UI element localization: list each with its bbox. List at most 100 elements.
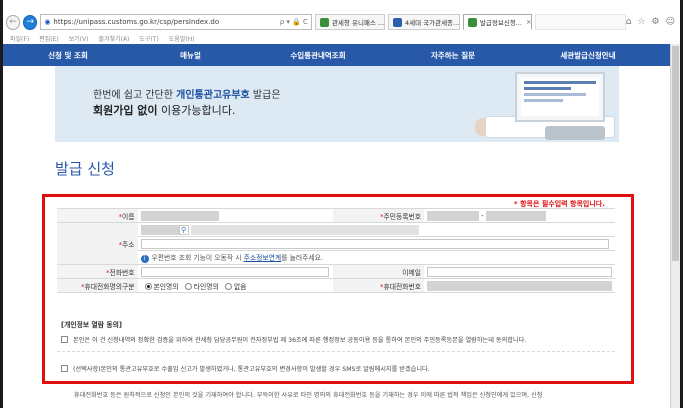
tab-favicon (467, 17, 477, 27)
banner-line2-bold: 회원가입 없이 (93, 104, 158, 117)
banner-line2-normal: 이용가능합니다. (157, 104, 236, 117)
form-row-address: *주소 ⚲ (57, 222, 615, 265)
phone-illustration (545, 126, 605, 140)
phone-cell (137, 264, 333, 279)
browser-toolbar-icons: ⌂ ☆ ⚙ ☺ (626, 17, 675, 27)
address-link[interactable]: 주소정보연계 (244, 254, 282, 262)
gear-icon[interactable]: ⚙ (652, 17, 660, 27)
rrn-label: *주민등록번호 (332, 208, 424, 223)
back-button[interactable]: ← (6, 14, 21, 30)
address-main-field[interactable] (190, 224, 419, 235)
zipcode-field[interactable] (140, 224, 179, 235)
radio-none-label[interactable]: 없음 (234, 283, 247, 291)
privacy-heading: [개인정보 열람 동의] (61, 321, 122, 329)
consent-row-2: (선택사항)본인의 통관고유부호로 수출입 신고가 발생하였거나, 통관고유부호… (61, 364, 430, 373)
banner-line1-post: 발급은 (249, 90, 281, 101)
mobile-type-cell: 본인명의 타인명의 없음 (137, 278, 333, 293)
address-note-pre: 우편번호 조회 기능이 오동작 시 (151, 254, 244, 262)
browser-tab-1[interactable]: 관세청 유니패스 ... (314, 14, 385, 30)
nav-faq[interactable]: 자주하는 질문 (388, 50, 518, 61)
address-detail-field[interactable] (140, 238, 609, 249)
rrn-front-field[interactable] (427, 210, 479, 221)
mobile-cell (424, 278, 615, 293)
banner-line-1: 한번에 쉽고 간단한 개인통관고유부호 발급은 (93, 86, 281, 101)
new-tab-area[interactable] (535, 14, 626, 30)
mobile-type-label-text: 휴대전화명의구분 (84, 282, 135, 291)
phone-label: *전화번호 (57, 264, 138, 279)
form-row-phone: *전화번호 이메일 (57, 264, 615, 279)
menu-view[interactable]: 보기(V) (69, 34, 89, 43)
consent-text-2: (선택사항)본인의 통관고유부호로 수출입 신고가 발생하였거나, 통관고유부호… (73, 366, 430, 373)
radio-own-label[interactable]: 본인명의 (154, 283, 179, 291)
vertical-scrollbar[interactable] (670, 44, 680, 408)
nav-apply-inquiry[interactable]: 신청 및 조회 (3, 50, 133, 61)
nav-import-history[interactable]: 수입통관내역조회 (248, 50, 388, 61)
radio-none[interactable] (224, 283, 232, 290)
radio-other-label[interactable]: 타인명의 (194, 283, 219, 291)
name-field[interactable] (140, 210, 219, 221)
name-cell (137, 208, 333, 223)
consent-divider (57, 351, 615, 352)
rrn-label-text: 주민등록번호 (383, 212, 421, 221)
radio-own[interactable] (144, 283, 152, 290)
scrollbar-thumb[interactable] (672, 46, 679, 261)
address-note-post: 를 눌러주세요. (281, 254, 324, 262)
search-icon[interactable]: ⚲ (178, 224, 189, 235)
browser-tab-3[interactable]: 발급정보신청... × (462, 14, 533, 30)
application-form: *이름 *주민등록번호 - *주소 ⚲ i 우편번호 조회 기능이 오동작 시 주… (57, 208, 615, 293)
mobile-label: *휴대전화번호 (332, 278, 424, 293)
form-row-mobile: *휴대전화명의구분 본인명의 타인명의 없음 *휴대전화번호 (57, 278, 615, 293)
nav-manual[interactable]: 매뉴얼 (133, 50, 248, 61)
tab-label: 발급정보신청... (479, 19, 523, 27)
address-label: *주소 (57, 222, 138, 265)
site-icon: ◉ (44, 18, 51, 26)
zip-cell: ⚲ (137, 222, 615, 237)
banner-line-2: 회원가입 없이 이용가능합니다. (93, 102, 235, 118)
banner-line1-bold: 개인통관고유부호 (176, 90, 250, 101)
consent-checkbox-2[interactable] (61, 365, 68, 372)
tab-label: 관세청 유니패스 ... (331, 19, 385, 27)
menu-edit[interactable]: 편집(E) (39, 34, 59, 43)
mobile-type-label: *휴대전화명의구분 (57, 278, 138, 293)
url-controls[interactable]: ρ ▾ 🔒 C (280, 18, 308, 26)
email-cell (424, 264, 615, 279)
menu-help[interactable]: 도움말(H) (169, 34, 195, 43)
favorites-star-icon[interactable]: ☆ (637, 17, 645, 27)
tab-favicon (319, 17, 329, 27)
home-icon[interactable]: ⌂ (626, 17, 632, 27)
form-row-address-note: i 우편번호 조회 기능이 오동작 시 주소정보연계를 눌러주세요. (57, 250, 615, 265)
url-text[interactable]: https://unipass.customs.go.kr/csp/persIn… (53, 18, 276, 26)
consent-row-1: 본인은 이 건 신청내역의 정확한 검증을 위하여 관세청 담당공무원이 전자정… (61, 335, 526, 344)
menu-tools[interactable]: 도구(T) (139, 34, 158, 43)
info-icon: i (140, 255, 149, 263)
promo-banner: 한번에 쉽고 간단한 개인통관고유부호 발급은 회원가입 없이 이용가능합니다. (55, 66, 619, 142)
consent-text-1: 본인은 이 건 신청내역의 정확한 검증을 위하여 관세청 담당공무원이 전자정… (73, 337, 527, 344)
monitor-illustration (515, 72, 605, 122)
main-nav: 신청 및 조회 매뉴얼 수입통관내역조회 자주하는 질문 세관발급신청안내 (3, 44, 670, 66)
address-bar-row: ← → ◉ https://unipass.customs.go.kr/csp/… (3, 12, 680, 32)
browser-tab-2[interactable]: 4세대 국가관세종... (387, 14, 460, 30)
mobile-field[interactable] (427, 280, 612, 291)
tab-label: 4세대 국가관세종... (404, 19, 460, 27)
forward-button[interactable]: → (23, 14, 38, 30)
name-label: *이름 (57, 208, 138, 223)
phone-label-text: 전화번호 (109, 268, 135, 277)
email-field[interactable] (427, 266, 612, 277)
rrn-back-field[interactable] (485, 210, 546, 221)
menu-favorites[interactable]: 즐겨찾기(A) (99, 34, 130, 43)
email-label: 이메일 (332, 264, 424, 279)
phone-field[interactable] (140, 266, 329, 277)
mobile-label-text: 휴대전화번호 (383, 282, 421, 291)
url-box[interactable]: ◉ https://unipass.customs.go.kr/csp/pers… (40, 14, 312, 30)
radio-other[interactable] (184, 283, 192, 290)
menu-bar: 파일(F) 편집(E) 보기(V) 즐겨찾기(A) 도구(T) 도움말(H) (3, 32, 680, 44)
form-row-name: *이름 *주민등록번호 - (57, 208, 615, 223)
menu-file[interactable]: 파일(F) (10, 34, 29, 43)
rrn-dash: - (481, 211, 484, 220)
form-row-address-detail (57, 236, 615, 251)
smiley-icon[interactable]: ☺ (666, 17, 675, 27)
tab-favicon (392, 17, 402, 27)
close-tab-icon[interactable]: × (526, 18, 531, 26)
consent-checkbox-1[interactable] (61, 336, 68, 343)
nav-customs-guide[interactable]: 세관발급신청안내 (518, 50, 658, 61)
